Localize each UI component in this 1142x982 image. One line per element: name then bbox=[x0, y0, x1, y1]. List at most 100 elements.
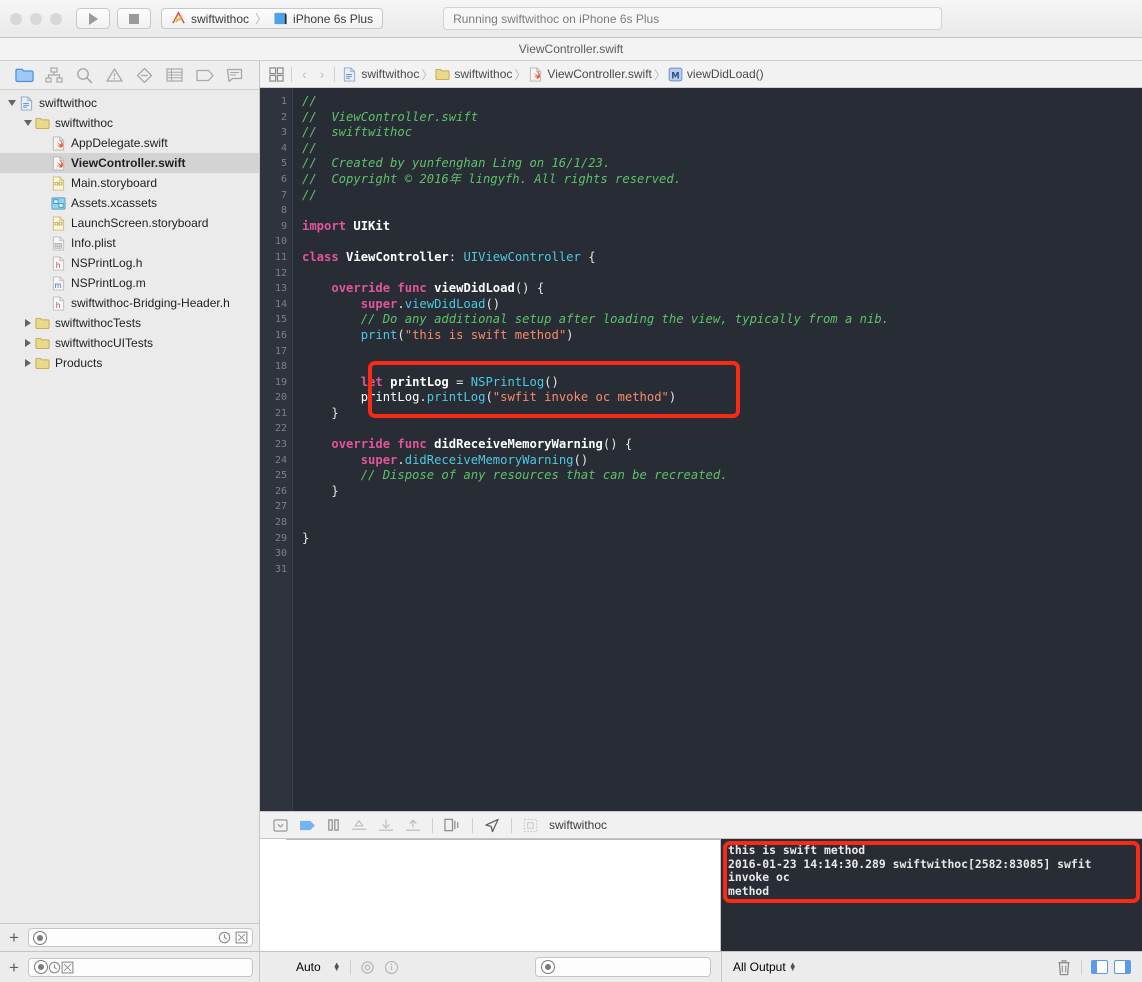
sidebar-item-nsprintlog-h[interactable]: h NSPrintLog.h bbox=[0, 253, 259, 273]
code-content[interactable]: //// ViewController.swift// swiftwithoc /… bbox=[293, 88, 1142, 811]
minimize-window-button[interactable] bbox=[30, 12, 42, 25]
sidebar-item-label: Products bbox=[55, 356, 103, 370]
debug-view-hierarchy-icon[interactable] bbox=[444, 818, 461, 832]
variable-scope-label[interactable]: Auto bbox=[296, 960, 321, 974]
line-number: 10 bbox=[274, 236, 287, 248]
line-number-gutter: 1 2 3 4 5 6 7 8 9 10 11 12 13 14 15 16 17 18 19 20 21 22 23 24 2… bbox=[260, 88, 293, 811]
sidebar-tab-test-navigator[interactable] bbox=[134, 66, 155, 85]
zoom-window-button[interactable] bbox=[50, 12, 62, 25]
code-line: // swiftwithoc bbox=[302, 125, 1142, 141]
source-control-filter-icon[interactable] bbox=[235, 931, 248, 944]
related-items-icon[interactable] bbox=[269, 66, 284, 82]
line-number: 1 bbox=[280, 96, 287, 107]
sidebar-item-label: ViewController.swift bbox=[71, 156, 186, 170]
step-out-icon[interactable] bbox=[405, 818, 421, 832]
chevron-right-icon[interactable] bbox=[22, 319, 33, 327]
simulate-location-icon[interactable] bbox=[484, 818, 500, 833]
sidebar-tab-report-navigator[interactable] bbox=[224, 66, 245, 85]
eye-icon[interactable] bbox=[360, 960, 375, 975]
line-number: 20 bbox=[274, 392, 287, 404]
sidebar-item-swiftwithoc-bridging-header-h[interactable]: h swiftwithoc-Bridging-Header.h bbox=[0, 293, 259, 313]
page-title: ViewController.swift bbox=[518, 42, 624, 56]
add-item-button[interactable]: + bbox=[6, 959, 22, 976]
sidebar-item-label: Main.storyboard bbox=[71, 176, 158, 190]
code-line: // Created by yunfenghan Ling on 16/1/23… bbox=[302, 156, 1142, 172]
step-over-icon[interactable] bbox=[351, 818, 367, 832]
breadcrumb-item-2[interactable]: ViewController.swift bbox=[528, 66, 652, 82]
sidebar-item-appdelegate-swift[interactable]: AppDelegate.swift bbox=[0, 133, 259, 153]
navigator-search-field[interactable] bbox=[27, 957, 253, 977]
sidebar-item-launchscreen-storyboard[interactable]: LaunchScreen.storyboard bbox=[0, 213, 259, 233]
continue-icon[interactable] bbox=[299, 819, 316, 832]
step-into-icon[interactable] bbox=[378, 818, 394, 832]
console-pane-toggle[interactable] bbox=[1114, 960, 1131, 974]
output-filter-label[interactable]: All Output bbox=[733, 960, 786, 974]
sidebar-item-swiftwithoc[interactable]: swiftwithoc bbox=[0, 113, 259, 133]
hide-debug-area-icon[interactable] bbox=[273, 818, 288, 832]
console-output[interactable]: this is swift method 2016-01-23 14:14:30.… bbox=[721, 839, 1142, 951]
sidebar-tab-symbol-navigator[interactable] bbox=[44, 66, 65, 85]
line-number: 17 bbox=[274, 345, 287, 357]
sidebar-item-nsprintlog-m[interactable]: m NSPrintLog.m bbox=[0, 273, 259, 293]
breadcrumb-item-0[interactable]: swiftwithoc bbox=[342, 66, 419, 82]
sidebar-tab-breakpoint-navigator[interactable] bbox=[194, 66, 215, 85]
navigate-back-button[interactable]: ‹ bbox=[299, 66, 310, 82]
chevron-down-icon[interactable] bbox=[22, 120, 33, 126]
project-navigator-tree[interactable]: swiftwithoc swiftwithoc AppDelegate.swift V… bbox=[0, 90, 259, 923]
code-token: ) bbox=[566, 327, 574, 342]
sidebar-item-swiftwithoctests[interactable]: swiftwithocTests bbox=[0, 313, 259, 333]
sidebar-tab-find-navigator[interactable] bbox=[74, 66, 95, 85]
breadcrumb-label: swiftwithoc bbox=[454, 67, 513, 81]
stepper-icon[interactable]: ▲ ▼ bbox=[333, 961, 341, 973]
sidebar-item-swiftwithocuitests[interactable]: swiftwithocUITests bbox=[0, 333, 259, 353]
sidebar-item-products[interactable]: Products bbox=[0, 353, 259, 373]
breadcrumb-item-1[interactable]: swiftwithoc bbox=[435, 67, 512, 82]
add-file-button[interactable]: + bbox=[6, 929, 22, 946]
sidebar-item-viewcontroller-swift[interactable]: ViewController.swift bbox=[0, 153, 259, 173]
navigate-forward-button[interactable]: › bbox=[317, 66, 328, 82]
variables-pane-toggle[interactable] bbox=[1091, 960, 1108, 974]
scm-filter-icon[interactable] bbox=[61, 961, 74, 974]
sidebar-tab-issue-navigator[interactable] bbox=[104, 66, 125, 85]
chevron-right-icon[interactable] bbox=[22, 359, 33, 367]
jump-bar: ‹ › swiftwithoc 〉 swiftwithoc 〉 ViewControll… bbox=[260, 61, 1142, 88]
variables-search-field[interactable] bbox=[535, 957, 711, 977]
sidebar-item-assets-xcassets[interactable]: Assets.xcassets bbox=[0, 193, 259, 213]
output-filter-stepper-icon[interactable]: ▲ ▼ bbox=[789, 961, 797, 973]
source-code-editor[interactable]: 1 2 3 4 5 6 7 8 9 10 11 12 13 14 15 16 17 18 19 20 21 22 23 24 2… bbox=[260, 88, 1142, 811]
code-token: () bbox=[573, 452, 589, 467]
sidebar-item-label: AppDelegate.swift bbox=[71, 136, 168, 150]
pause-icon[interactable] bbox=[327, 818, 340, 832]
variables-view[interactable] bbox=[286, 839, 721, 951]
trash-icon[interactable] bbox=[1056, 959, 1072, 976]
line-number: 12 bbox=[274, 267, 287, 279]
breadcrumb-item-3[interactable]: MviewDidLoad() bbox=[668, 67, 764, 82]
sidebar-item-swiftwithoc[interactable]: swiftwithoc bbox=[0, 93, 259, 113]
chevron-down-icon[interactable] bbox=[6, 100, 17, 106]
code-token: func bbox=[397, 281, 427, 296]
sidebar-item-info-plist[interactable]: Info.plist bbox=[0, 233, 259, 253]
recent-files-filter-icon[interactable] bbox=[218, 931, 231, 944]
warning-triangle-icon bbox=[106, 68, 123, 82]
code-token: // Do any additional setup after loading… bbox=[302, 312, 889, 327]
sidebar-tab-debug-navigator[interactable] bbox=[164, 66, 185, 85]
navigator-tab-bar bbox=[0, 61, 259, 90]
sidebar-tab-project-navigator[interactable] bbox=[14, 66, 35, 85]
code-token: UIViewController bbox=[463, 249, 581, 264]
chevron-right-icon[interactable] bbox=[22, 339, 33, 347]
stop-button[interactable] bbox=[117, 8, 151, 29]
info-icon[interactable] bbox=[384, 960, 399, 975]
close-window-button[interactable] bbox=[10, 12, 22, 25]
console-line: this is swift method bbox=[728, 843, 866, 857]
objc-file-icon: m bbox=[51, 275, 66, 291]
line-number: 16 bbox=[274, 329, 287, 341]
navigator-filter-field[interactable] bbox=[27, 928, 253, 947]
scheme-selector[interactable]: swiftwithoc 〉 iPhone 6s Plus bbox=[161, 8, 384, 29]
run-button[interactable] bbox=[76, 8, 110, 29]
recent-filter-icon[interactable] bbox=[48, 961, 61, 974]
sidebar-item-main-storyboard[interactable]: Main.storyboard bbox=[0, 173, 259, 193]
